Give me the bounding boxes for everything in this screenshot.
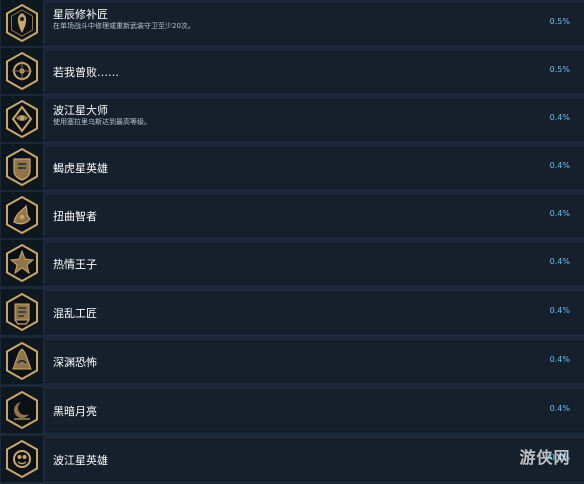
achievement-panel-10: 波江星英雄 0.4% [45,437,584,481]
hexagonal-emblem-icon [6,147,38,187]
achievement-panel-7: 混乱工匠 0.4% [45,290,584,334]
achievement-icon-box-9 [1,387,43,433]
achievement-panel-9: 黑暗月亮 0.4% [45,388,584,432]
achievement-title: 深渊恐怖 [53,356,97,369]
achievement-row-8[interactable]: 深渊恐怖 0.4% [0,338,584,384]
achievement-row-1[interactable]: 星辰修补匠 在单场战斗中修理或重新武装守卫至少20次。 0.5% [0,0,584,46]
hexagonal-emblem-icon [6,243,38,283]
site-watermark: 游侠网 [519,448,571,467]
achievement-row-4[interactable]: 蝎虎星英雄 0.4% [0,144,584,190]
achievement-row-9[interactable]: 黑暗月亮 0.4% [0,387,584,433]
achievement-title: 若我曾败…… [53,66,119,79]
achievement-percent: 0.4% [549,355,570,364]
achievement-row-3[interactable]: 波江星大师 使用塞拉里乌斯达到最高等级。 0.4% [0,96,584,142]
hexagonal-emblem-icon [6,99,38,139]
achievement-icon-box-5 [1,192,43,238]
hexagonal-emblem-icon [6,341,38,381]
hexagonal-emblem-icon [6,439,38,479]
achievement-row-5[interactable]: 扭曲智者 0.4% [0,192,584,238]
achievement-title: 混乱工匠 [53,307,97,320]
achievement-panel-4: 蝎虎星英雄 0.4% [45,145,584,189]
achievement-percent: 0.5% [549,17,570,26]
achievement-icon-box-7 [1,289,43,335]
achievement-title: 黑暗月亮 [53,405,97,418]
achievement-list: 星辰修补匠 在单场战斗中修理或重新武装守卫至少20次。 0.5% 若我曾败…… … [0,0,584,484]
achievement-icon-box-6 [1,240,43,286]
achievement-panel-8: 深渊恐怖 0.4% [45,339,584,383]
achievement-percent: 0.5% [549,65,570,74]
achievement-panel-2: 若我曾败…… 0.5% [45,49,584,93]
achievement-percent: 0.4% [549,257,570,266]
hexagonal-emblem-icon [6,195,38,235]
achievement-title: 波江星英雄 [53,454,108,467]
achievement-icon-box-2 [1,48,43,94]
achievement-percent: 0.4% [549,113,570,122]
achievement-percent: 0.4% [549,306,570,315]
achievement-title: 扭曲智者 [53,210,97,223]
achievement-icon-box-1 [1,0,43,46]
achievement-percent: 0.4% [549,209,570,218]
achievement-percent: 0.4% [549,404,570,413]
achievement-description: 使用塞拉里乌斯达到最高等级。 [53,118,151,126]
achievement-icon-box-8 [1,338,43,384]
achievement-description: 在单场战斗中修理或重新武装守卫至少20次。 [53,22,195,30]
hexagonal-emblem-icon [6,292,38,332]
achievement-icon-box-10 [1,436,43,482]
achievement-row-7[interactable]: 混乱工匠 0.4% [0,289,584,335]
achievement-title: 蝎虎星英雄 [53,162,108,175]
achievement-icon-box-4 [1,144,43,190]
achievement-row-6[interactable]: 热情王子 0.4% [0,240,584,286]
achievement-panel-1: 星辰修补匠 在单场战斗中修理或重新武装守卫至少20次。 0.5% [45,1,584,45]
achievement-title: 星辰修补匠 [53,8,108,21]
hexagonal-emblem-icon [6,3,38,43]
achievement-icon-box-3 [1,96,43,142]
achievement-row-10[interactable]: 波江星英雄 0.4% [0,436,584,482]
hexagonal-emblem-icon [6,390,38,430]
achievement-panel-5: 扭曲智者 0.4% [45,193,584,237]
achievement-panel-6: 热情王子 0.4% [45,241,584,285]
hexagonal-emblem-icon [6,51,38,91]
achievement-title: 波江星大师 [53,104,108,117]
achievement-title: 热情王子 [53,258,97,271]
achievement-percent: 0.4% [549,161,570,170]
achievement-panel-3: 波江星大师 使用塞拉里乌斯达到最高等级。 0.4% [45,97,584,141]
achievement-row-2[interactable]: 若我曾败…… 0.5% [0,48,584,94]
